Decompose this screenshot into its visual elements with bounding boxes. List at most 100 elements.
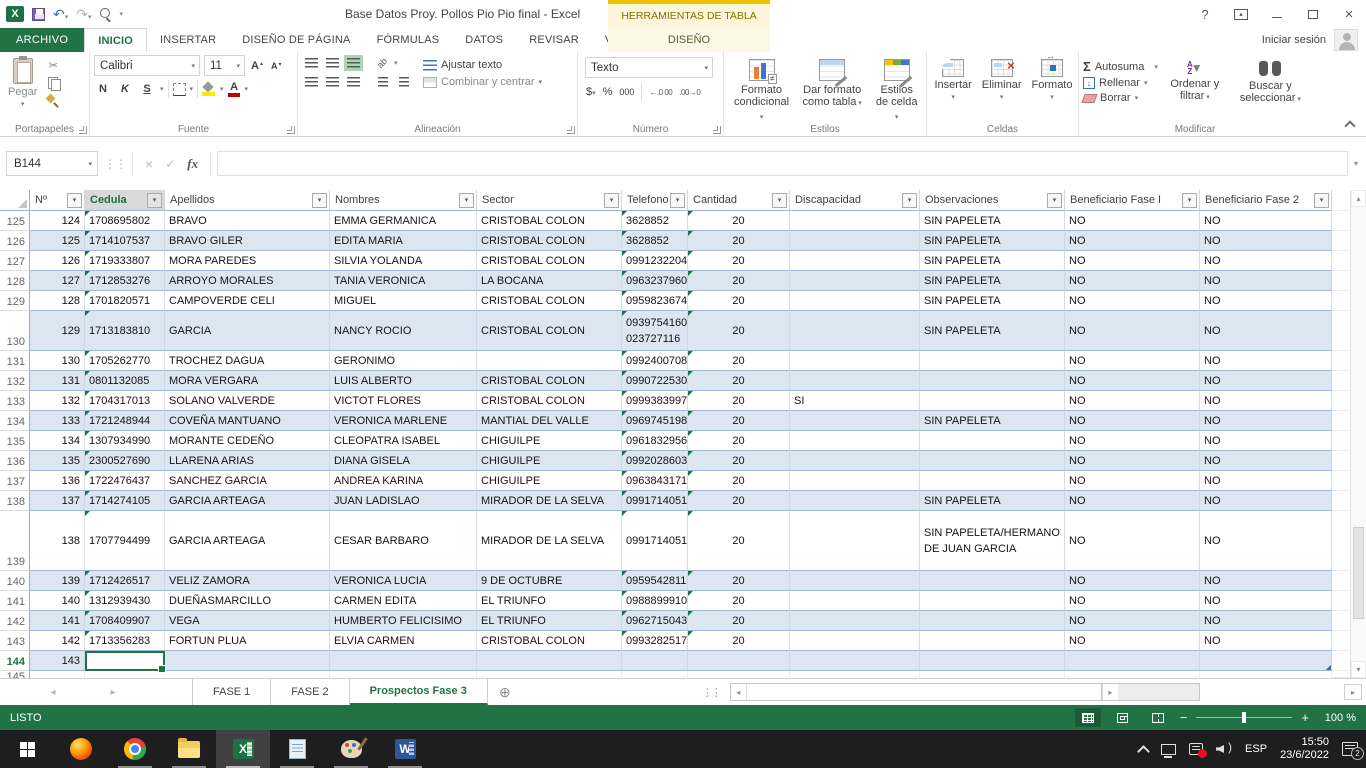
zoom-level[interactable]: 100 % <box>1318 712 1356 724</box>
cell[interactable]: 2300527690 <box>85 451 165 471</box>
cell[interactable]: 1708695802 <box>85 211 165 231</box>
new-sheet-icon[interactable]: ⊕ <box>488 679 522 705</box>
cell[interactable]: 0959542811 <box>622 571 688 591</box>
cell[interactable] <box>790 511 920 571</box>
cell[interactable]: 0969745198 <box>622 411 688 431</box>
cell[interactable]: 128 <box>30 291 85 311</box>
filter-icon[interactable]: ▾ <box>147 193 162 208</box>
cell[interactable]: 131 <box>30 371 85 391</box>
cell[interactable]: 20 <box>688 291 790 311</box>
cell[interactable]: CHIGUILPE <box>477 471 622 491</box>
cell[interactable]: 20 <box>688 471 790 491</box>
cell[interactable]: CARMEN EDITA <box>330 591 477 611</box>
cell[interactable]: NO <box>1065 371 1200 391</box>
cell[interactable]: 0801132085 <box>85 371 165 391</box>
cell[interactable]: DUEÑASMARCILLO <box>165 591 330 611</box>
cell[interactable]: 20 <box>688 391 790 411</box>
cell[interactable]: 1722476437 <box>85 471 165 491</box>
row-header[interactable]: 127 <box>0 251 30 271</box>
find-select-button[interactable]: Buscar y seleccionar <box>1232 55 1309 106</box>
filter-icon[interactable]: ▾ <box>1314 193 1329 208</box>
row-header[interactable]: 128 <box>0 271 30 291</box>
copy-icon[interactable] <box>45 76 61 89</box>
cell[interactable]: 1708409907 <box>85 611 165 631</box>
row-header[interactable]: 143 <box>0 631 30 651</box>
taskbar-file-explorer[interactable] <box>162 730 216 768</box>
cell[interactable]: 1712853276 <box>85 271 165 291</box>
cell[interactable]: NO <box>1200 631 1332 651</box>
cell[interactable] <box>920 431 1065 451</box>
cell[interactable]: 125 <box>30 231 85 251</box>
number-dialog-launcher-icon[interactable] <box>713 126 721 134</box>
action-center-icon[interactable] <box>1189 743 1203 755</box>
cell[interactable] <box>790 231 920 251</box>
cell[interactable]: 140 <box>30 591 85 611</box>
cell[interactable]: 20 <box>688 611 790 631</box>
row-header[interactable]: 138 <box>0 491 30 511</box>
cell[interactable] <box>790 351 920 371</box>
cell[interactable]: 20 <box>688 411 790 431</box>
cell[interactable]: 132 <box>30 391 85 411</box>
cell[interactable]: ANDREA KARINA <box>330 471 477 491</box>
excel-logo-icon[interactable]: X <box>6 6 24 22</box>
increase-decimal-icon[interactable]: ←.0 00 <box>649 88 672 97</box>
cell[interactable]: NO <box>1065 571 1200 591</box>
cell[interactable]: BRAVO <box>165 211 330 231</box>
format-as-table-button[interactable]: Dar formato como tabla <box>795 55 869 124</box>
cell[interactable]: 9 DE OCTUBRE <box>477 571 622 591</box>
italic-button[interactable]: K <box>116 80 134 98</box>
cell[interactable]: 0990722530 <box>622 371 688 391</box>
tray-expand-icon[interactable] <box>1137 745 1150 758</box>
sign-in-link[interactable]: Iniciar sesión <box>1262 28 1326 52</box>
cell[interactable]: 0993282517 <box>622 631 688 651</box>
cell[interactable]: MORA VERGARA <box>165 371 330 391</box>
minimize-icon[interactable] <box>1264 3 1290 25</box>
cell[interactable]: 20 <box>688 571 790 591</box>
vertical-scroll-thumb[interactable] <box>1353 527 1364 620</box>
row-header[interactable]: 130 <box>0 311 30 351</box>
increase-font-icon[interactable]: A▴ <box>249 60 265 72</box>
merge-center-button[interactable]: Combinar y centrar▾ <box>423 76 542 88</box>
cell[interactable]: NO <box>1065 411 1200 431</box>
cell[interactable]: 0988899910 <box>622 591 688 611</box>
cell[interactable]: NO <box>1065 471 1200 491</box>
cell[interactable]: GARCIA <box>165 311 330 351</box>
row-header[interactable]: 137 <box>0 471 30 491</box>
cell[interactable] <box>790 591 920 611</box>
cell[interactable] <box>790 271 920 291</box>
cell[interactable]: 137 <box>30 491 85 511</box>
zoom-out-icon[interactable]: − <box>1180 710 1188 725</box>
cell[interactable] <box>920 611 1065 631</box>
fill-color-icon[interactable] <box>202 82 216 96</box>
cell[interactable]: CHIGUILPE <box>477 451 622 471</box>
cell[interactable]: NO <box>1200 391 1332 411</box>
cell[interactable] <box>1065 651 1200 671</box>
cell[interactable]: SIN PAPELETA <box>920 411 1065 431</box>
cell[interactable]: MANTIAL DEL VALLE <box>477 411 622 431</box>
decrease-decimal-icon[interactable]: .00→0 <box>679 88 700 97</box>
cell[interactable]: 136 <box>30 471 85 491</box>
cell[interactable] <box>790 311 920 351</box>
cell[interactable] <box>790 251 920 271</box>
cell[interactable]: 142 <box>30 631 85 651</box>
cell[interactable]: SIN PAPELETA <box>920 491 1065 511</box>
cell[interactable]: SOLANO VALVERDE <box>165 391 330 411</box>
print-preview-icon[interactable] <box>100 8 112 20</box>
filter-icon[interactable]: ▾ <box>902 193 917 208</box>
cell[interactable]: 124 <box>30 211 85 231</box>
cell[interactable]: NO <box>1200 471 1332 491</box>
cell[interactable] <box>920 351 1065 371</box>
taskbar-firefox[interactable] <box>54 730 108 768</box>
sheet-bar-end-splitter[interactable]: ▸ <box>1344 684 1362 700</box>
cell[interactable] <box>165 671 330 678</box>
cell[interactable]: NO <box>1200 291 1332 311</box>
cell[interactable] <box>920 391 1065 411</box>
cell[interactable]: 0999383997 <box>622 391 688 411</box>
cell[interactable] <box>1065 671 1200 678</box>
tab-diseno-contextual[interactable]: DISEÑO <box>608 28 770 52</box>
cell[interactable]: CRISTOBAL COLON <box>477 231 622 251</box>
cell[interactable]: 133 <box>30 411 85 431</box>
cell[interactable]: MIRADOR DE LA SELVA <box>477 511 622 571</box>
align-middle-icon[interactable] <box>323 55 342 71</box>
cell[interactable]: 135 <box>30 451 85 471</box>
